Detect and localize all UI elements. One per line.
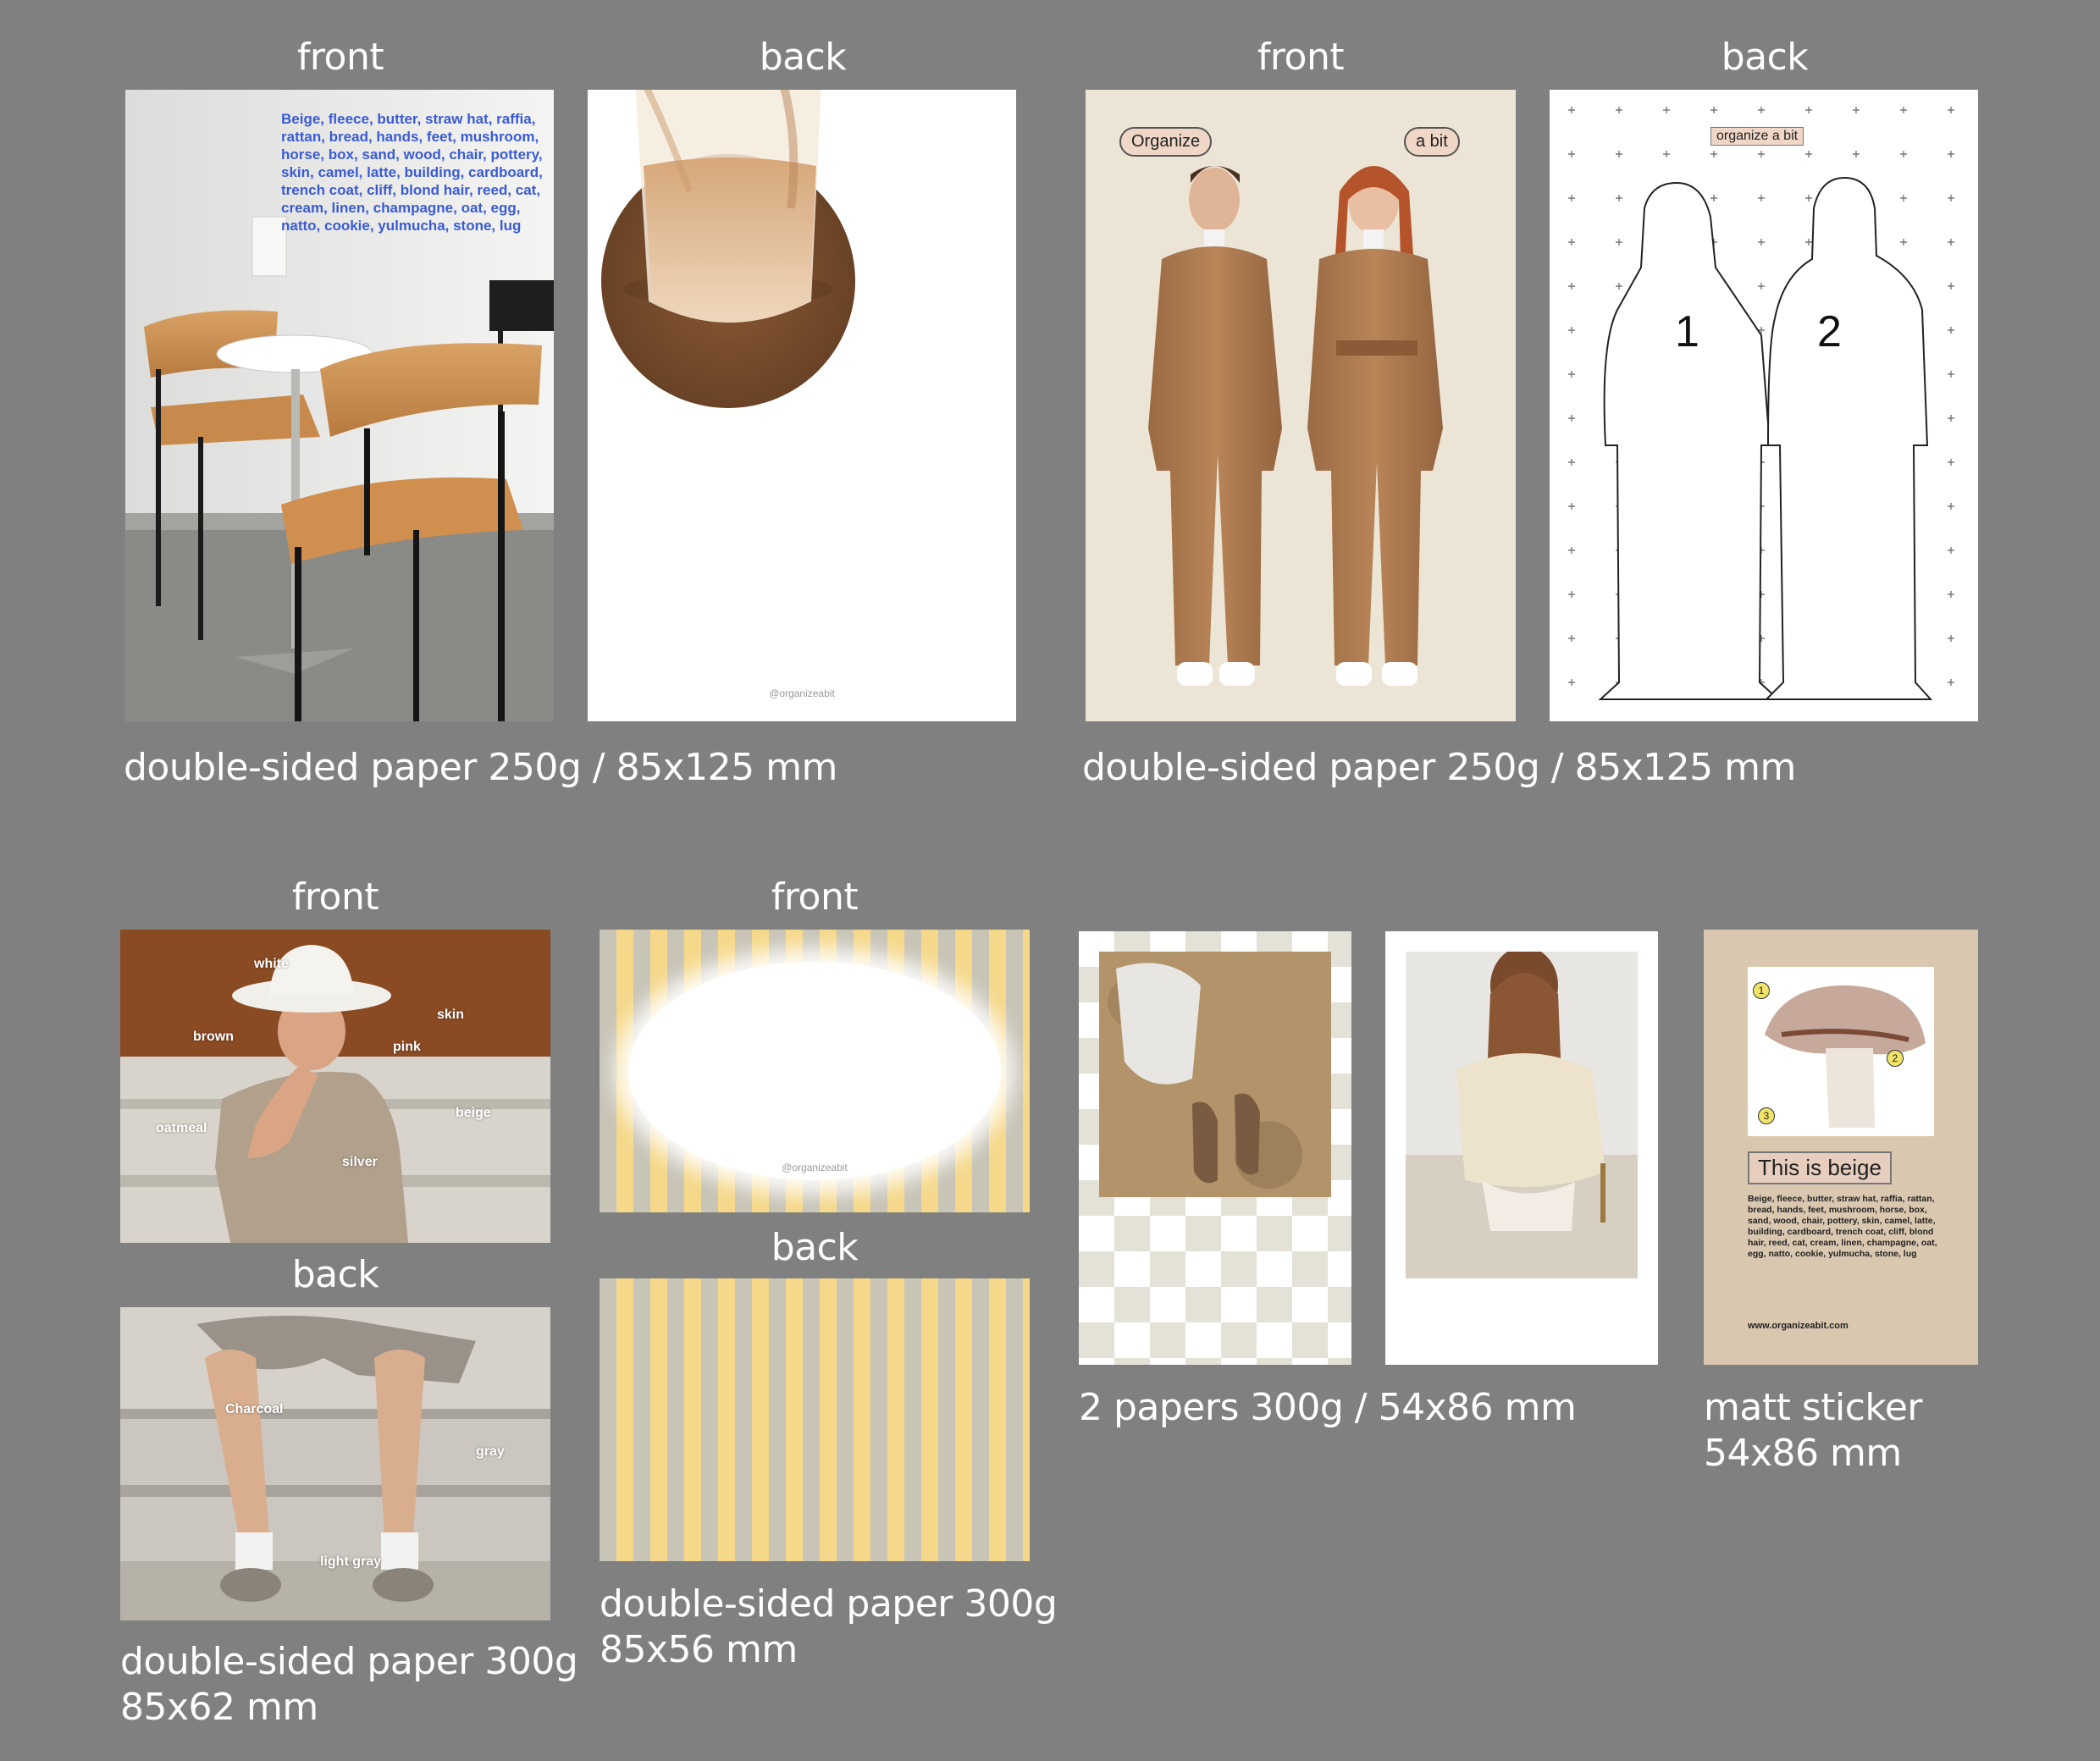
tag-gray: gray (476, 1444, 505, 1459)
card4-handle: @organizeabit (782, 1162, 848, 1173)
card3-front: white skin brown pink beige oatmeal silv… (120, 930, 550, 1243)
card1-caption: double-sided paper 250g / 85x125 mm (124, 746, 837, 789)
card6-sticker: 1 2 3 This is beige Beige, fleece, butte… (1704, 930, 1978, 1365)
card4-caption-line1: double-sided paper 300g (600, 1582, 1058, 1626)
label-back-3: back (291, 1253, 379, 1296)
label-front-2: front (1257, 36, 1345, 79)
tag-brown: brown (193, 1030, 234, 1044)
tag-pink: pink (393, 1040, 421, 1054)
card3-caption-line1: double-sided paper 300g (120, 1640, 578, 1683)
latte-glass-illustration (601, 90, 855, 408)
mushroom-marker-2: 2 (1887, 1050, 1904, 1067)
tag-charcoal: Charcoal (225, 1402, 284, 1416)
card3-caption-line2: 85x62 mm (120, 1686, 318, 1729)
tag-oatmeal: oatmeal (156, 1121, 207, 1135)
label-back-1: back (759, 36, 847, 79)
card6-caption-line2: 54x86 mm (1704, 1432, 1902, 1475)
tag-skin: skin (437, 1007, 465, 1022)
mushroom-marker-1: 1 (1753, 982, 1770, 999)
tag-beige: beige (456, 1106, 491, 1120)
two-people-jumpsuits-illustration (1148, 166, 1443, 686)
man-in-hat-illustration (120, 930, 550, 1243)
label-front-4: front (771, 875, 859, 919)
tag-silver: silver (342, 1155, 378, 1169)
bubble-organize: Organize (1119, 127, 1213, 157)
card4-oval (628, 962, 1001, 1180)
card4-back (600, 1278, 1030, 1561)
bubble-a-bit: a bit (1404, 127, 1460, 157)
card1-back-handle: @organizeabit (769, 687, 835, 699)
card2-back: organize a bit 1 2 (1550, 90, 1978, 721)
outline-number-1: 1 (1675, 307, 1699, 356)
mushroom-marker-3: 3 (1758, 1107, 1775, 1124)
sticker-body: Beige, fleece, butter, straw hat, raffia… (1748, 1194, 1937, 1259)
silhouette-outline-illustration (1550, 90, 1978, 721)
card2-caption: double-sided paper 250g / 85x125 mm (1082, 746, 1796, 789)
label-front-3: front (291, 875, 379, 919)
outline-number-2: 2 (1817, 307, 1842, 356)
label-back-2: back (1721, 36, 1809, 79)
label-front-1: front (296, 36, 384, 79)
tag-light-gray: light gray (320, 1554, 382, 1569)
card1-front-photo: Beige, fleece, butter, straw hat, raffia… (125, 90, 554, 721)
mushroom-illustration (1748, 967, 1934, 1136)
card3-back: Charcoal gray light gray (120, 1307, 550, 1620)
card2-front: Organize a bit (1086, 90, 1516, 721)
tag-white: white (254, 957, 289, 971)
sticker-url: www.organizeabit.com (1748, 1321, 1849, 1331)
card5-paper-a (1079, 931, 1351, 1365)
woman-knit-sweater-illustration (1406, 952, 1638, 1278)
card6-caption-line1: matt sticker (1704, 1386, 1922, 1429)
back-tag-organize-a-bit: organize a bit (1710, 127, 1804, 146)
legs-on-steps-illustration (120, 1307, 550, 1620)
card1-back: @organizeabit (588, 90, 1016, 721)
card5-caption: 2 papers 300g / 54x86 mm (1079, 1386, 1577, 1429)
label-back-4: back (771, 1226, 859, 1269)
card4-caption-line2: 85x56 mm (600, 1628, 798, 1671)
sticker-title: This is beige (1748, 1151, 1892, 1184)
card5-paper-b (1385, 931, 1658, 1365)
card1-word-list: Beige, fleece, butter, straw hat, raffia… (281, 111, 543, 234)
sand-flipflops-illustration (1099, 952, 1331, 1197)
card4-front: @organizeabit (600, 930, 1030, 1212)
